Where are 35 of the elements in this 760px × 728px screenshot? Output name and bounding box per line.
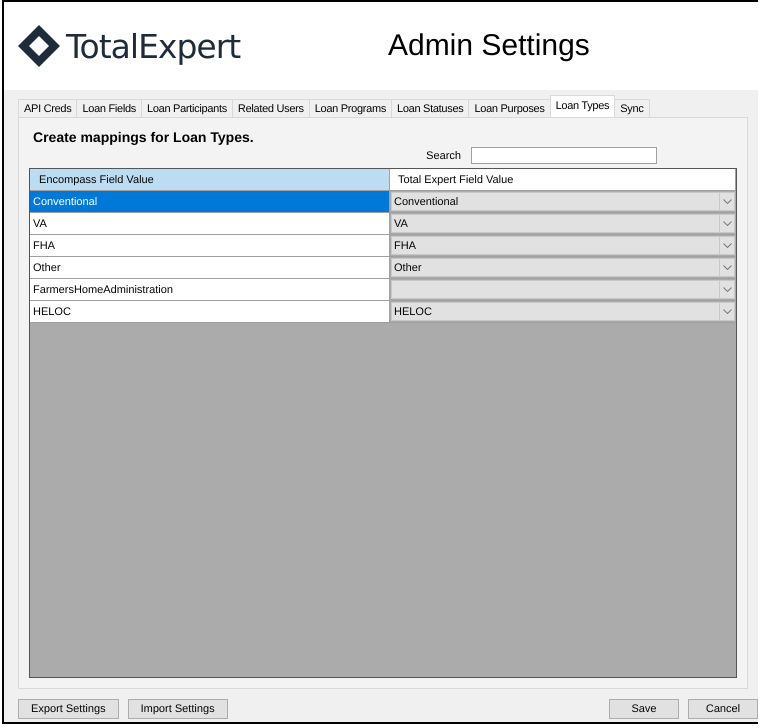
table-cell[interactable]: Other <box>30 257 390 278</box>
table-cell[interactable]: Conventional <box>30 191 390 212</box>
tab[interactable]: Loan Purposes <box>468 99 551 117</box>
table-cell[interactable]: HELOC <box>30 301 390 322</box>
dropdown[interactable]: Other <box>391 258 735 277</box>
settings-button[interactable]: Import Settings <box>128 699 228 719</box>
dropdown[interactable]: Conventional <box>391 192 735 211</box>
chevron-down-icon <box>722 221 732 226</box>
logo-icon <box>18 25 60 67</box>
tab[interactable]: API Creds <box>18 99 78 117</box>
chevron-down-icon <box>722 243 732 248</box>
chevron-down-icon <box>722 265 732 270</box>
tab[interactable]: Sync <box>614 99 650 117</box>
panel-heading: Create mappings for Loan Types. <box>33 129 255 145</box>
dropdown[interactable]: HELOC <box>391 302 735 321</box>
search-label: Search <box>426 150 461 162</box>
tab[interactable]: Loan Participants <box>141 99 233 117</box>
table-cell[interactable]: FHA <box>30 235 390 256</box>
window-title: Admin Settings <box>388 29 590 63</box>
table-cell[interactable]: VA <box>30 213 390 234</box>
table-cell[interactable]: FarmersHomeAdministration <box>30 279 390 300</box>
settings-button[interactable]: Export Settings <box>18 699 119 719</box>
dropdown[interactable]: FHA <box>391 236 735 255</box>
chevron-down-icon <box>722 309 732 314</box>
tab[interactable]: Loan Types <box>550 95 616 117</box>
dialog-button[interactable]: Save <box>609 699 679 719</box>
tab[interactable]: Loan Programs <box>308 99 392 117</box>
search-field[interactable] <box>471 147 657 164</box>
dropdown[interactable]: VA <box>391 214 735 233</box>
chevron-down-icon <box>722 199 732 204</box>
dialog-button[interactable]: Cancel <box>688 699 758 719</box>
column-header[interactable]: Encompass Field Value <box>30 169 390 190</box>
column-header[interactable]: Total Expert Field Value <box>390 169 736 190</box>
logo-text: TotalExpert <box>66 26 240 66</box>
chevron-down-icon <box>722 287 732 292</box>
